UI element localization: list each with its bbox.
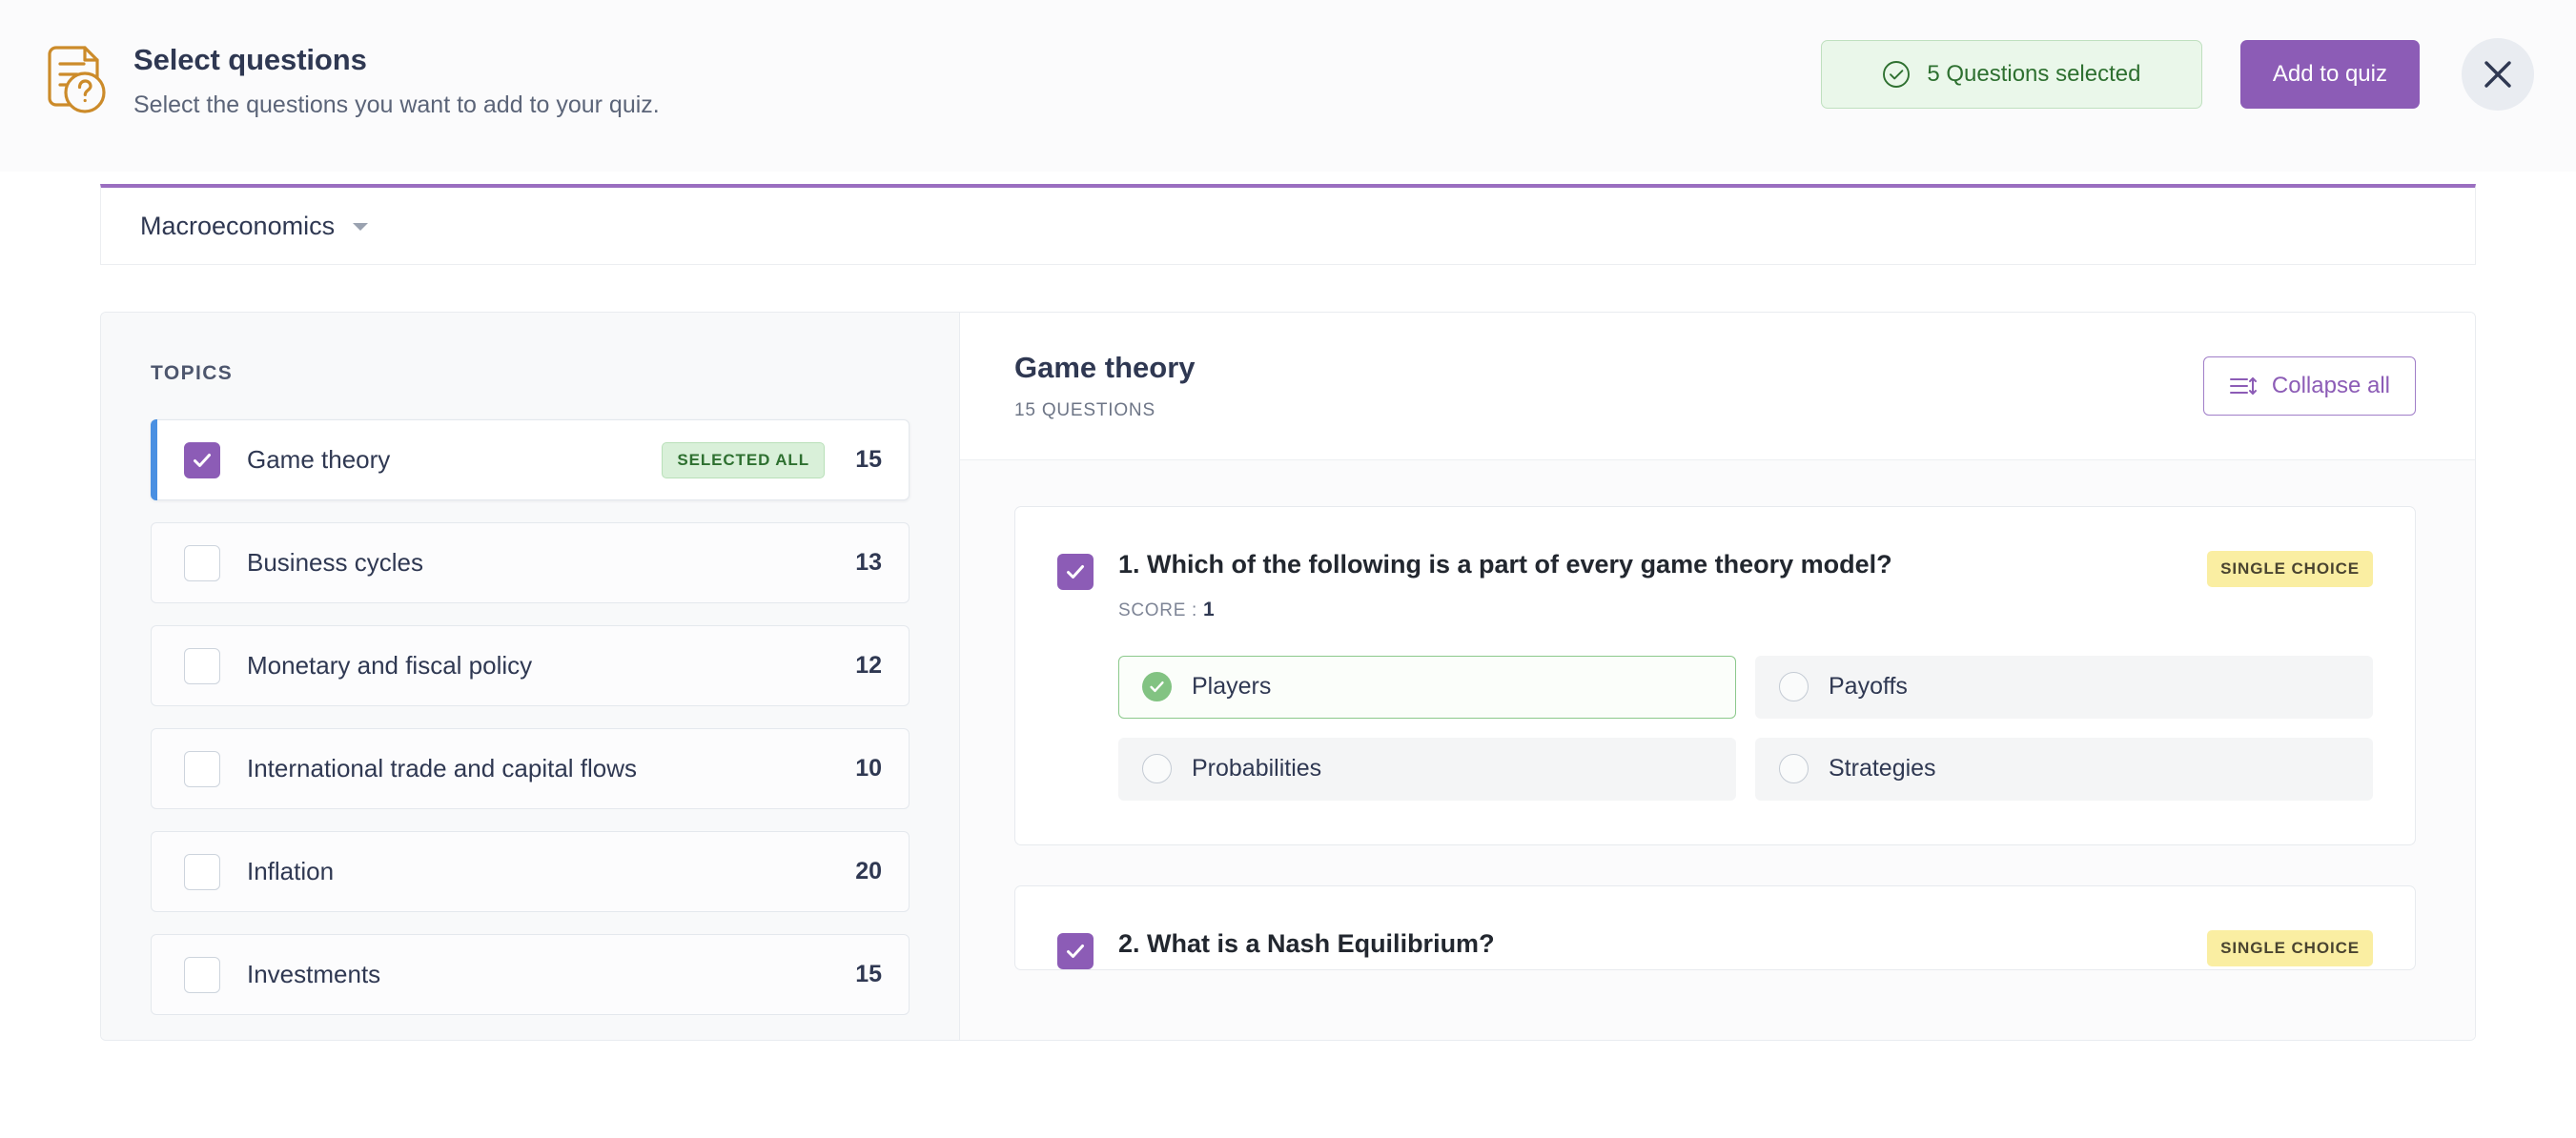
answer-option[interactable]: Payoffs [1755, 655, 2373, 719]
document-question-icon [42, 45, 107, 117]
question-score-label: SCORE : [1118, 599, 1198, 620]
question-body: 1. Which of the following is a part of e… [1118, 549, 2184, 621]
answer-option-correct[interactable]: Players [1118, 655, 1736, 719]
collapse-all-button[interactable]: Collapse all [2202, 356, 2416, 416]
subject-dropdown[interactable]: Macroeconomics [140, 212, 369, 241]
answer-option[interactable]: Strategies [1755, 737, 2373, 801]
topics-section-label: TOPICS [151, 362, 234, 384]
answer-option-label: Probabilities [1192, 755, 1322, 782]
header-text-group: Select questions Select the questions yo… [133, 42, 660, 119]
page-title: Select questions [133, 43, 367, 76]
main-panel: TOPICS Game theory SELECTED ALL 15 Busin… [100, 312, 2476, 1041]
subject-dropdown-label: Macroeconomics [140, 211, 336, 240]
header-actions: 5 Questions selected Add to quiz [1820, 38, 2534, 111]
answer-option-label: Strategies [1829, 755, 1936, 782]
chevron-down-icon [352, 220, 369, 232]
question-checkbox[interactable] [1057, 932, 1094, 969]
topic-checkbox[interactable] [184, 441, 220, 478]
sidebar-item-investments[interactable]: Investments 15 [151, 934, 910, 1015]
question-text: 2. What is a Nash Equilibrium? [1118, 928, 1495, 958]
check-circle-icon [1882, 60, 1911, 89]
topic-title: Game theory [1014, 351, 1196, 384]
subject-bar: Macroeconomics [100, 184, 2476, 265]
topic-question-count-label: 15 QUESTIONS [1014, 400, 1155, 420]
topic-question-count: 10 [855, 755, 882, 782]
collapse-all-label: Collapse all [2271, 373, 2390, 398]
questions-content: Game theory 15 QUESTIONS Collapse all 1.… [960, 313, 2475, 1040]
sidebar-item-international-trade-and-capital-flows[interactable]: International trade and capital flows 10 [151, 728, 910, 809]
page-subtitle: Select the questions you want to add to … [133, 91, 660, 119]
questions-list[interactable]: 1. Which of the following is a part of e… [960, 460, 2475, 1040]
collapse-list-icon [2229, 375, 2258, 397]
selected-count-status: 5 Questions selected [1820, 40, 2202, 109]
question-text: 1. Which of the following is a part of e… [1118, 550, 1892, 579]
topic-label: Investments [247, 960, 381, 988]
question-card: 1. Which of the following is a part of e… [1014, 506, 2416, 845]
selected-all-badge: SELECTED ALL [662, 441, 825, 478]
question-score: SCORE : 1 [1118, 599, 2184, 621]
topic-checkbox[interactable] [184, 544, 220, 581]
answer-option-label: Players [1192, 673, 1272, 701]
question-score-value: 1 [1203, 598, 1216, 620]
radio-unselected-icon [1142, 754, 1172, 784]
question-header: 2. What is a Nash Equilibrium? SINGLE CH… [1057, 928, 2373, 969]
topic-checkbox[interactable] [184, 647, 220, 684]
questions-header-titles: Game theory 15 QUESTIONS [1014, 351, 1196, 421]
close-button[interactable] [2462, 38, 2534, 111]
header-left-group: Select questions Select the questions yo… [0, 0, 660, 119]
topic-label: Business cycles [247, 548, 423, 577]
answer-option[interactable]: Probabilities [1118, 737, 1736, 801]
topic-label: Inflation [247, 857, 335, 885]
topic-checkbox[interactable] [184, 853, 220, 890]
question-checkbox[interactable] [1057, 554, 1094, 590]
question-body: 2. What is a Nash Equilibrium? [1118, 928, 2184, 961]
sidebar-item-game-theory[interactable]: Game theory SELECTED ALL 15 [151, 419, 910, 500]
questions-header: Game theory 15 QUESTIONS Collapse all [960, 313, 2475, 460]
radio-unselected-icon [1779, 672, 1809, 702]
sidebar-item-inflation[interactable]: Inflation 20 [151, 831, 910, 912]
topics-sidebar: TOPICS Game theory SELECTED ALL 15 Busin… [101, 313, 960, 1040]
selected-count-label: 5 Questions selected [1927, 61, 2141, 87]
question-card: 2. What is a Nash Equilibrium? SINGLE CH… [1014, 884, 2416, 970]
topic-checkbox[interactable] [184, 956, 220, 993]
topic-label: Game theory [247, 445, 391, 474]
select-questions-modal: Select questions Select the questions yo… [0, 0, 2576, 1138]
topic-question-count: 13 [855, 549, 882, 576]
topic-question-count: 12 [855, 652, 882, 679]
radio-unselected-icon [1779, 754, 1809, 784]
question-type-badge: SINGLE CHOICE [2207, 929, 2373, 966]
sidebar-item-monetary-and-fiscal-policy[interactable]: Monetary and fiscal policy 12 [151, 625, 910, 706]
add-to-quiz-button[interactable]: Add to quiz [2239, 40, 2420, 109]
modal-header: Select questions Select the questions yo… [0, 0, 2576, 172]
check-circle-filled-icon [1142, 672, 1172, 702]
answer-option-label: Payoffs [1829, 673, 1908, 701]
topic-question-count: 20 [855, 858, 882, 884]
sidebar-item-business-cycles[interactable]: Business cycles 13 [151, 522, 910, 603]
topic-label: International trade and capital flows [247, 754, 638, 782]
question-type-badge: SINGLE CHOICE [2207, 551, 2373, 587]
topic-question-count: 15 [855, 446, 882, 473]
topic-checkbox[interactable] [184, 750, 220, 787]
answer-options-grid: Players Payoffs Probabilities Strategies [1118, 655, 2373, 801]
topic-question-count: 15 [855, 961, 882, 987]
topic-label: Monetary and fiscal policy [247, 651, 533, 680]
close-icon [2482, 58, 2514, 91]
question-header: 1. Which of the following is a part of e… [1057, 549, 2373, 621]
